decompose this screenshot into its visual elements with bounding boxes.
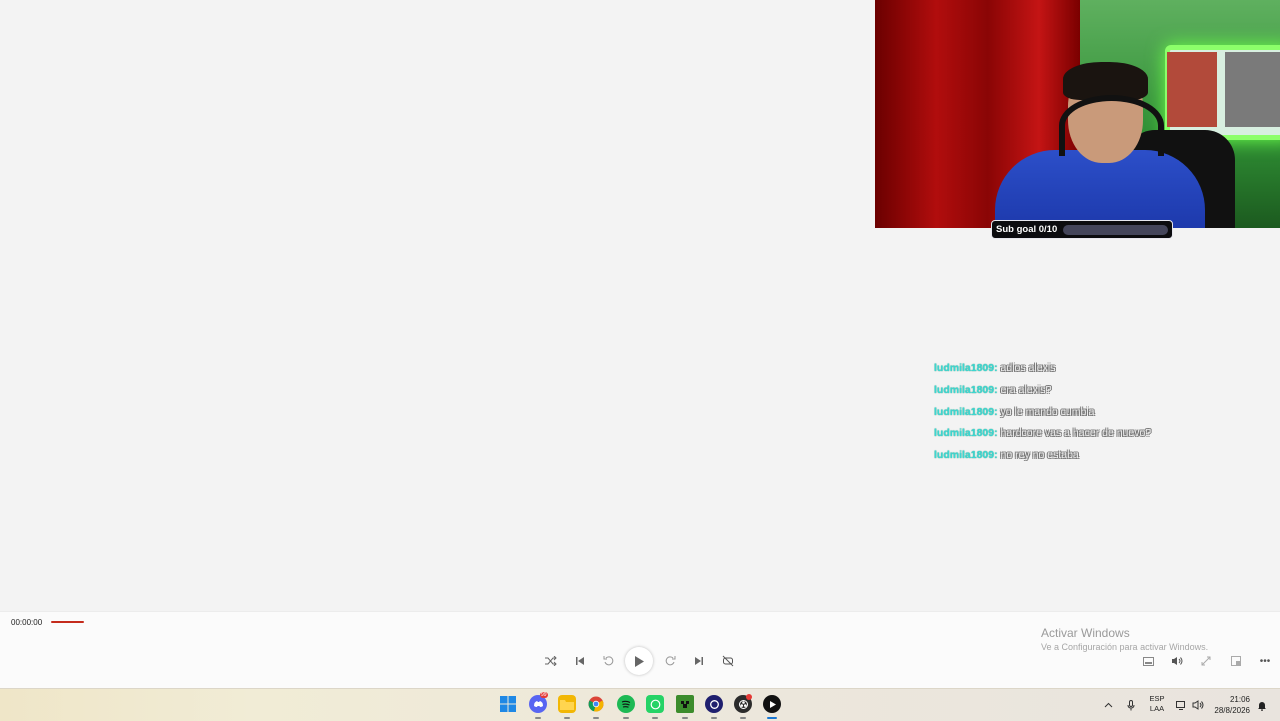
volume-icon[interactable] bbox=[1166, 654, 1188, 668]
running-indicator bbox=[564, 717, 570, 719]
media-player-icon[interactable] bbox=[763, 695, 781, 713]
play-icon bbox=[635, 655, 644, 667]
running-indicator bbox=[740, 717, 746, 719]
forward-30-icon[interactable] bbox=[655, 648, 684, 674]
previous-icon[interactable] bbox=[565, 648, 594, 674]
chat-text: yo le mando cumbia bbox=[1000, 405, 1095, 418]
language-code: ESP bbox=[1149, 694, 1165, 703]
microphone-icon[interactable] bbox=[1127, 689, 1135, 721]
chat-message: ludmila1809: hardcore vas a hacer de nue… bbox=[934, 425, 1254, 447]
running-indicator bbox=[682, 717, 688, 719]
notifications-icon[interactable] bbox=[1257, 689, 1267, 721]
spotify-icon[interactable] bbox=[617, 695, 635, 713]
more-icon[interactable]: ••• bbox=[1254, 654, 1276, 668]
chat-text: era alexis? bbox=[1000, 383, 1052, 396]
chat-overlay: ludmila1809: adios alexis ludmila1809: e… bbox=[934, 360, 1254, 469]
running-indicator bbox=[711, 717, 717, 719]
activate-windows-watermark: Activar Windows Ve a Configuración para … bbox=[1041, 626, 1208, 652]
sub-goal-widget: Sub goal 0/10 bbox=[991, 220, 1173, 239]
start-icon[interactable] bbox=[499, 695, 517, 713]
repeat-off-icon[interactable] bbox=[713, 648, 742, 674]
layout-code: LAA bbox=[1149, 704, 1165, 713]
sub-goal-label: Sub goal 0/10 bbox=[996, 224, 1058, 235]
system-clock[interactable]: 21:06 28/8/2026 bbox=[1208, 694, 1250, 716]
running-indicator bbox=[623, 717, 629, 719]
chat-message: ludmila1809: era alexis? bbox=[934, 382, 1254, 404]
webcam-feed bbox=[875, 0, 1280, 228]
chat-text: no rey no estaba bbox=[1000, 449, 1079, 461]
poster bbox=[1225, 52, 1280, 127]
chat-text: adios alexis bbox=[1000, 362, 1056, 374]
playback-controls bbox=[536, 647, 742, 675]
rewind-10-icon[interactable] bbox=[594, 648, 623, 674]
cast-icon[interactable] bbox=[1225, 654, 1247, 668]
discord-badge: 99 bbox=[540, 692, 548, 698]
recording-dot-icon bbox=[746, 694, 752, 700]
chat-text: hardcore vas a hacer de nuevo? bbox=[1000, 427, 1152, 440]
file-explorer-icon[interactable] bbox=[558, 695, 576, 713]
elapsed-time: 00:00:00 bbox=[11, 618, 43, 627]
active-indicator bbox=[767, 717, 777, 719]
chat-message: ludmila1809: no rey no estaba bbox=[934, 447, 1254, 469]
chat-username: ludmila1809: bbox=[934, 383, 998, 396]
minecraft-icon[interactable] bbox=[676, 695, 694, 713]
seek-bar[interactable] bbox=[51, 621, 84, 623]
running-indicator bbox=[652, 717, 658, 719]
running-indicator bbox=[535, 717, 541, 719]
chat-message: ludmila1809: adios alexis bbox=[934, 360, 1254, 382]
watermark-title: Activar Windows bbox=[1041, 626, 1130, 640]
network-icon[interactable] bbox=[1176, 689, 1187, 721]
running-indicator bbox=[593, 717, 599, 719]
next-icon[interactable] bbox=[684, 648, 713, 674]
watermark-subtitle: Ve a Configuración para activar Windows. bbox=[1041, 642, 1209, 652]
fullscreen-icon[interactable] bbox=[1195, 654, 1217, 668]
chat-message: ludmila1809: yo le mando cumbia bbox=[934, 404, 1254, 426]
whatsapp-icon[interactable] bbox=[646, 695, 664, 713]
poster bbox=[1167, 52, 1217, 127]
miniplayer-icon[interactable] bbox=[1137, 654, 1159, 668]
chat-username: ludmila1809: bbox=[934, 449, 998, 461]
chat-username: ludmila1809: bbox=[934, 362, 998, 374]
chrome-icon[interactable] bbox=[587, 695, 605, 713]
chat-username: ludmila1809: bbox=[934, 427, 998, 440]
app-circle-icon[interactable] bbox=[705, 695, 723, 713]
headset-icon bbox=[1059, 95, 1164, 156]
clock-time: 21:06 bbox=[1229, 695, 1250, 704]
play-button[interactable] bbox=[625, 647, 653, 675]
tray-overflow-icon[interactable] bbox=[1104, 689, 1113, 721]
sub-goal-progress-bar bbox=[1063, 224, 1168, 235]
taskbar: 99 ESP LAA 21:06 28/8/2026 bbox=[0, 688, 1280, 721]
chat-username: ludmila1809: bbox=[934, 405, 998, 418]
clock-date: 28/8/2026 bbox=[1214, 706, 1250, 715]
input-language[interactable]: ESP LAA bbox=[1149, 694, 1165, 714]
shuffle-icon[interactable] bbox=[536, 648, 565, 674]
speaker-icon[interactable] bbox=[1192, 689, 1204, 721]
